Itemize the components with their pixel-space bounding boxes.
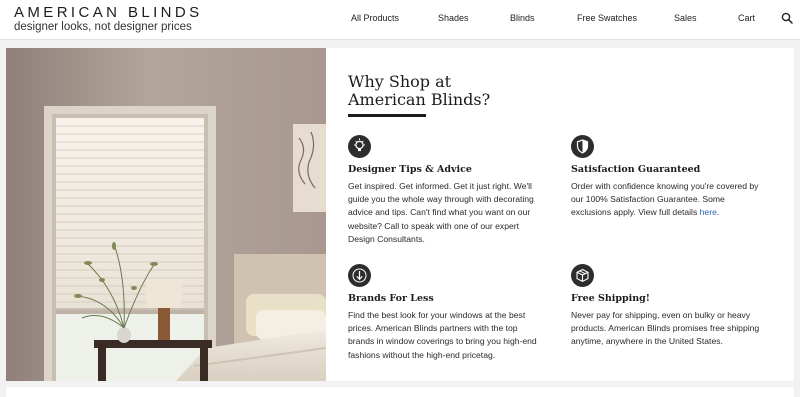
section-title: Why Shop at American Blinds? <box>348 73 490 109</box>
feature-title: Satisfaction Guaranteed <box>571 164 701 175</box>
nav-all-products[interactable]: All Products <box>351 13 399 23</box>
logo-name[interactable]: AMERICAN BLINDS <box>14 5 203 20</box>
feature-text: Get inspired. Get informed. Get it just … <box>348 181 534 244</box>
site-header: AMERICAN BLINDS designer looks, not desi… <box>0 0 800 40</box>
shield-icon <box>571 135 594 158</box>
lightbulb-icon <box>348 135 371 158</box>
why-shop-content: Why Shop at American Blinds? Designer Ti… <box>326 48 794 381</box>
bedroom-blinds-photo <box>6 48 326 381</box>
details-link[interactable]: here <box>700 207 717 217</box>
search-icon[interactable] <box>781 12 793 24</box>
nav-shades[interactable]: Shades <box>438 13 469 23</box>
feature-text-end: . <box>716 207 720 218</box>
feature-text: Find the best look for your windows at t… <box>348 310 537 360</box>
next-section-edge <box>6 387 794 397</box>
nav-blinds[interactable]: Blinds <box>510 13 535 23</box>
logo-tagline: designer looks, not designer prices <box>14 21 192 33</box>
feature-title: Free Shipping! <box>571 293 650 304</box>
title-line-2: American Blinds? <box>348 90 491 109</box>
feature-title: Brands For Less <box>348 293 434 304</box>
title-line-1: Why Shop at <box>348 72 452 91</box>
nav-free-swatches[interactable]: Free Swatches <box>577 13 637 23</box>
bedroom-illustration <box>6 48 326 381</box>
logo[interactable]: AMERICAN BLINDS designer looks, not desi… <box>14 5 203 34</box>
feature-text-body: Order with confidence knowing you're cov… <box>571 181 759 218</box>
feature-text: Never pay for shipping, even on bulky or… <box>571 310 760 347</box>
package-icon <box>571 264 594 287</box>
title-underline <box>348 114 426 117</box>
why-shop-section: Why Shop at American Blinds? Designer Ti… <box>6 48 794 381</box>
nav-cart[interactable]: Cart <box>738 13 755 23</box>
nav-sales[interactable]: Sales <box>674 13 697 23</box>
feature-text: Order with confidence knowing you're cov… <box>571 180 765 220</box>
feature-title: Designer Tips & Advice <box>348 164 472 175</box>
arrow-down-icon <box>348 264 371 287</box>
